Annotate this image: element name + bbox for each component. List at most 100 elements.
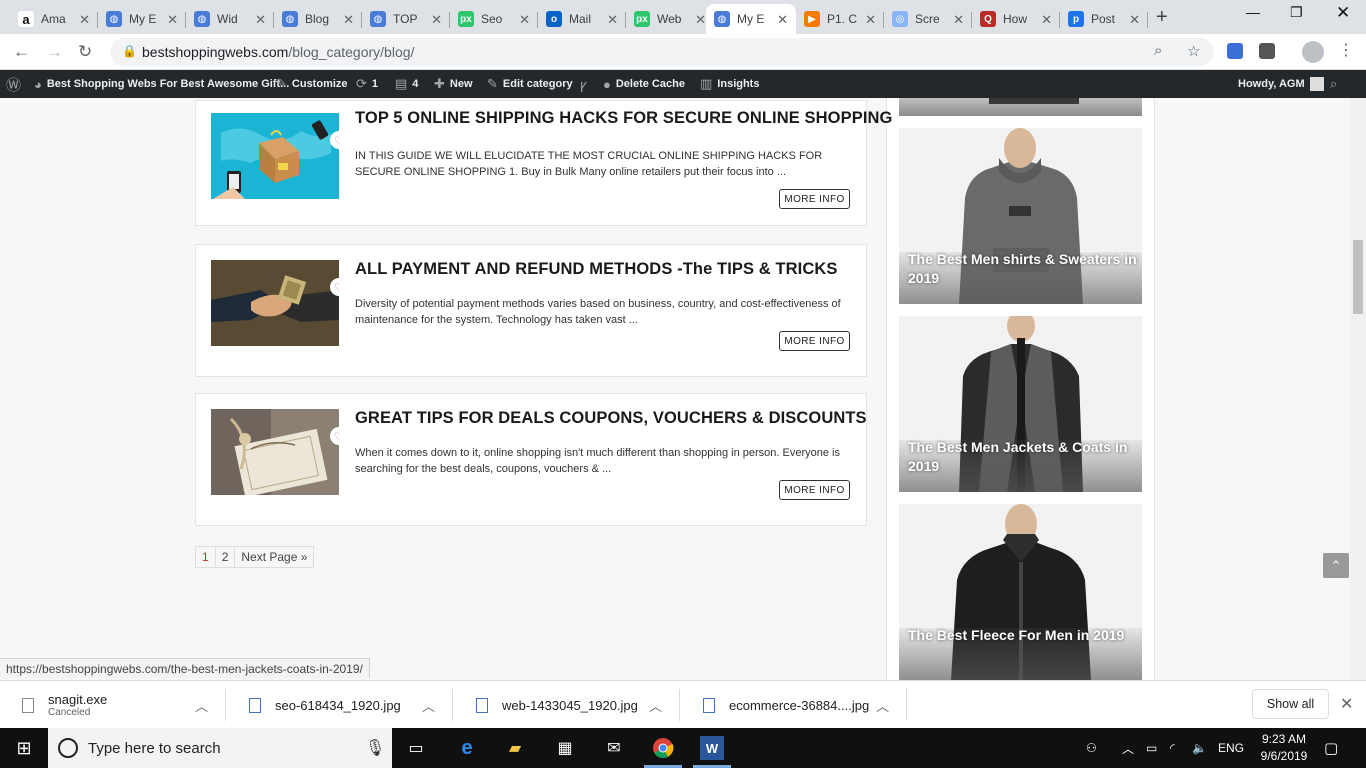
download-item[interactable]: web-1433045_1920.jpg ︿ <box>454 681 680 729</box>
sidebar-post-card[interactable]: The Best Men shirts & Sweaters in 2019 <box>899 128 1142 304</box>
download-item[interactable]: seo-618434_1920.jpg ︿ <box>227 681 453 729</box>
admin-site-link[interactable]: ◕ Best Shopping Webs For Best Awesome Gif… <box>34 70 289 98</box>
browser-tab[interactable]: ◍ TOP ✕ <box>362 4 450 34</box>
zoom-icon[interactable]: ⌕ <box>1154 42 1162 59</box>
close-tab-icon[interactable]: ✕ <box>865 12 876 28</box>
chevron-up-icon[interactable]: ︿ <box>876 696 889 715</box>
close-tab-icon[interactable]: ✕ <box>695 12 706 28</box>
close-tab-icon[interactable]: ✕ <box>431 12 442 28</box>
new-tab-button[interactable]: + <box>1156 6 1168 29</box>
admin-customize-link[interactable]: ✎ Customize <box>276 70 348 98</box>
language-indicator[interactable]: ENG <box>1218 728 1244 768</box>
microphone-icon[interactable]: 🎙 <box>365 738 385 758</box>
extension-icon[interactable] <box>1227 43 1243 59</box>
word-icon[interactable]: W <box>700 736 724 760</box>
close-shelf-icon[interactable]: ✕ <box>1340 694 1353 714</box>
edge-icon[interactable]: e <box>455 736 479 760</box>
battery-icon[interactable]: ▭ <box>1146 728 1157 768</box>
wordpress-logo-icon[interactable]: Ⓦ <box>6 70 21 98</box>
close-tab-icon[interactable]: ✕ <box>519 12 530 28</box>
browser-tab[interactable]: ◍ My E ✕ <box>98 4 186 34</box>
taskbar-clock[interactable]: 9:23 AM 9/6/2019 <box>1252 731 1316 765</box>
browser-tab[interactable]: ▶ P1. C ✕ <box>796 4 884 34</box>
extension-icon[interactable] <box>1259 43 1275 59</box>
post-thumbnail[interactable]: ♡ <box>211 260 339 346</box>
pagination-next[interactable]: Next Page » <box>234 546 315 568</box>
browser-tab[interactable]: ◍ Wid ✕ <box>186 4 274 34</box>
post-thumbnail[interactable]: ♡ <box>211 113 339 199</box>
taskbar-search[interactable]: Type here to search 🎙 <box>48 728 392 768</box>
browser-tab[interactable]: Q How ✕ <box>972 4 1060 34</box>
minimize-button[interactable]: — <box>1246 4 1260 20</box>
browser-tab[interactable]: ◍ Blog ✕ <box>274 4 362 34</box>
admin-account-menu[interactable]: Howdy, AGM <box>1238 70 1324 98</box>
download-item[interactable]: snagit.exe Canceled ︿ <box>0 681 226 729</box>
browser-tab[interactable]: o Mail ✕ <box>538 4 626 34</box>
file-explorer-icon[interactable]: ▰ <box>503 736 527 760</box>
volume-icon[interactable]: 🔈 <box>1192 728 1207 768</box>
window-close-button[interactable]: ✕ <box>1336 3 1350 23</box>
admin-search-icon[interactable]: ⌕ <box>1330 70 1337 98</box>
people-icon[interactable]: ⚇ <box>1086 728 1097 768</box>
close-tab-icon[interactable]: ✕ <box>343 12 354 28</box>
sidebar-post-card[interactable] <box>899 98 1142 116</box>
sidebar-post-title[interactable]: The Best Men Jackets & Coats in 2019 <box>908 438 1138 476</box>
scroll-to-top-button[interactable]: ⌃ <box>1323 553 1349 578</box>
sidebar-post-card[interactable]: The Best Men Jackets & Coats in 2019 <box>899 316 1142 492</box>
back-button[interactable]: ← <box>13 42 30 62</box>
admin-updates-link[interactable]: ⟳ 1 <box>356 70 378 98</box>
browser-tab[interactable]: ◍ My E ✕ <box>706 4 796 34</box>
browser-tab[interactable]: a Ama ✕ <box>10 4 98 34</box>
close-tab-icon[interactable]: ✕ <box>953 12 964 28</box>
admin-insights-link[interactable]: ▥ Insights <box>700 70 759 98</box>
admin-new-link[interactable]: ✚ New <box>434 70 473 98</box>
bookmark-star-icon[interactable]: ☆ <box>1187 42 1200 60</box>
admin-edit-category-link[interactable]: ✎ Edit category <box>487 70 573 98</box>
close-tab-icon[interactable]: ✕ <box>1041 12 1052 28</box>
download-item[interactable]: ecommerce-36884....jpg ︿ <box>681 681 907 729</box>
tray-chevron-icon[interactable]: ︿ <box>1122 728 1134 768</box>
chrome-icon[interactable] <box>651 736 675 760</box>
menu-kebab-icon[interactable]: ⋮ <box>1338 40 1354 60</box>
post-thumbnail[interactable]: ♡ <box>211 409 339 495</box>
profile-avatar[interactable] <box>1302 41 1324 63</box>
address-bar[interactable]: 🔒 bestshoppingwebs.com/blog_category/blo… <box>110 38 1214 66</box>
sidebar-post-title[interactable]: The Best Fleece For Men in 2019 <box>908 626 1138 645</box>
post-title[interactable]: GREAT TIPS FOR DEALS COUPONS, VOUCHERS &… <box>355 409 867 428</box>
post-title[interactable]: TOP 5 ONLINE SHIPPING HACKS FOR SECURE O… <box>355 109 892 128</box>
sidebar-post-card[interactable]: The Best Fleece For Men in 2019 <box>899 504 1142 680</box>
close-tab-icon[interactable]: ✕ <box>167 12 178 28</box>
sidebar-post-title[interactable]: The Best Men shirts & Sweaters in 2019 <box>908 250 1138 288</box>
chevron-up-icon[interactable]: ︿ <box>422 696 435 715</box>
chevron-up-icon[interactable]: ︿ <box>195 696 208 715</box>
close-tab-icon[interactable]: ✕ <box>79 12 90 28</box>
close-tab-icon[interactable]: ✕ <box>777 12 788 28</box>
browser-tab[interactable]: p Post ✕ <box>1060 4 1148 34</box>
store-icon[interactable]: ▦ <box>553 736 577 760</box>
close-tab-icon[interactable]: ✕ <box>1129 12 1140 28</box>
post-title[interactable]: ALL PAYMENT AND REFUND METHODS -The TIPS… <box>355 260 838 279</box>
page-scrollbar[interactable] <box>1350 98 1366 680</box>
task-view-icon[interactable]: ▭ <box>404 736 428 760</box>
mail-icon[interactable]: ✉ <box>602 736 626 760</box>
forward-button[interactable]: → <box>46 42 63 62</box>
wifi-icon[interactable]: ◜ <box>1170 728 1175 768</box>
show-all-downloads-button[interactable]: Show all <box>1252 689 1329 719</box>
pagination-page-2[interactable]: 2 <box>214 546 236 568</box>
browser-tab[interactable]: ◎ Scre ✕ <box>884 4 972 34</box>
close-tab-icon[interactable]: ✕ <box>255 12 266 28</box>
more-info-button[interactable]: MORE INFO <box>779 331 850 351</box>
windows-start-icon[interactable]: ⊞ <box>12 736 36 760</box>
reload-button[interactable]: ↻ <box>78 42 92 62</box>
chevron-up-icon[interactable]: ︿ <box>649 696 662 715</box>
browser-tab[interactable]: px Web ✕ <box>626 4 714 34</box>
admin-comments-link[interactable]: ▤ 4 <box>395 70 418 98</box>
admin-delete-cache-link[interactable]: ● Delete Cache <box>603 70 685 98</box>
scrollbar-thumb[interactable] <box>1353 240 1363 314</box>
maximize-button[interactable]: ❐ <box>1290 4 1303 21</box>
more-info-button[interactable]: MORE INFO <box>779 480 850 500</box>
yoast-icon[interactable]: ꝩ <box>580 70 587 98</box>
close-tab-icon[interactable]: ✕ <box>607 12 618 28</box>
browser-tab[interactable]: px Seo ✕ <box>450 4 538 34</box>
action-center-icon[interactable]: ▢ <box>1324 728 1338 768</box>
